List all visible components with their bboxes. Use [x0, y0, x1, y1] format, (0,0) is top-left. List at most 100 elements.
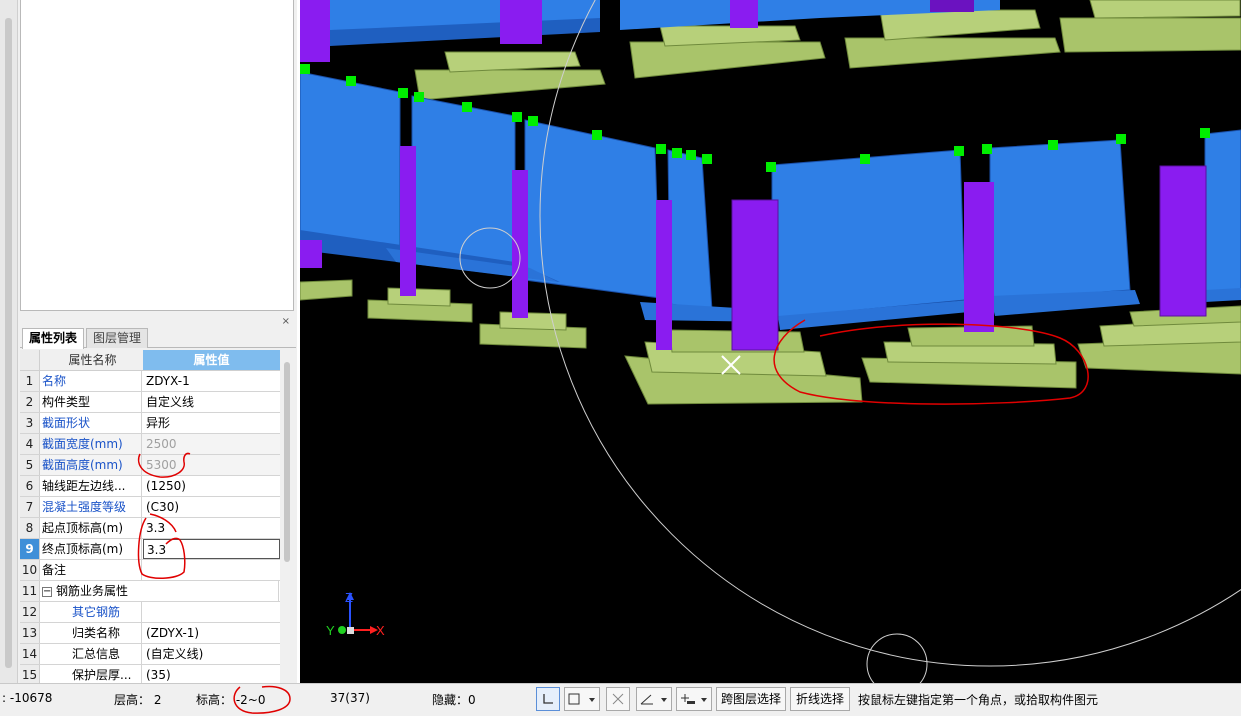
column — [730, 0, 758, 28]
column — [930, 0, 974, 12]
left-scroll-strip — [0, 0, 18, 683]
tab-property-list[interactable]: 属性列表 — [22, 328, 85, 349]
column — [300, 240, 322, 268]
table-row[interactable]: 4 截面宽度(mm) 2500 — [20, 434, 280, 455]
ortho-icon — [543, 694, 553, 704]
table-row[interactable]: 10 备注 — [20, 560, 280, 581]
component-tree-area[interactable] — [20, 0, 294, 311]
grip-handle[interactable] — [346, 76, 356, 86]
floor-height: 层高： 2 — [114, 693, 162, 707]
cross-select-button[interactable] — [606, 687, 630, 711]
table-row[interactable]: 5 截面高度(mm) 5300 — [20, 455, 280, 476]
grip-handle[interactable] — [702, 154, 712, 164]
x-axis-label: X — [376, 623, 385, 638]
axis-indicator: Z Y X — [326, 590, 385, 638]
collapse-icon[interactable]: − — [42, 586, 52, 597]
y-axis-dot-icon — [338, 626, 346, 634]
ortho-toggle-button[interactable] — [536, 687, 560, 711]
property-value[interactable]: (35) — [143, 665, 280, 685]
grip-handle[interactable] — [672, 148, 682, 158]
property-name: 终点顶标高(m) — [42, 539, 142, 559]
grip-handle[interactable] — [414, 92, 424, 102]
grip-handle[interactable] — [592, 130, 602, 140]
table-row[interactable]: 6 轴线距左边线... (1250) — [20, 476, 280, 497]
property-value[interactable]: 自定义线 — [143, 392, 280, 412]
table-row[interactable]: 12 其它钢筋 — [20, 602, 280, 623]
column — [400, 146, 416, 296]
property-scrollbar[interactable] — [282, 354, 292, 679]
property-name: 轴线距左边线... — [42, 476, 142, 496]
grip-handle[interactable] — [528, 116, 538, 126]
property-value[interactable]: ZDYX-1 — [143, 371, 280, 391]
table-row[interactable]: 7 混凝土强度等级 (C30) — [20, 497, 280, 518]
row-number: 4 — [20, 434, 40, 454]
property-value[interactable]: (1250) — [143, 476, 280, 496]
column — [656, 200, 672, 350]
property-name: 名称 — [42, 371, 142, 391]
header-value: 属性值 — [143, 350, 280, 370]
row-number: 1 — [20, 371, 40, 391]
snap-circle — [866, 633, 928, 683]
property-value[interactable]: 3.3 — [143, 518, 280, 538]
left-scrollbar[interactable] — [5, 18, 12, 668]
property-group[interactable]: − 钢筋业务属性 — [42, 581, 279, 601]
3d-viewport[interactable]: Z Y X — [300, 0, 1241, 683]
row-number: 5 — [20, 455, 40, 475]
grip-handle[interactable] — [1200, 128, 1210, 138]
grip-handle[interactable] — [398, 88, 408, 98]
grip-handle[interactable] — [766, 162, 776, 172]
coordinate-value: -10678 — [9, 691, 53, 705]
grip-handle[interactable] — [656, 144, 666, 154]
snap-mode-dropdown[interactable] — [564, 687, 600, 711]
property-name: 截面高度(mm) — [42, 455, 142, 475]
property-value[interactable]: 异形 — [143, 413, 280, 433]
property-panel: × 属性列表 图层管理 属性名称 属性值 1 名称 ZDYX-1 2 构件类型 … — [20, 314, 296, 686]
table-row[interactable]: 13 归类名称 (ZDYX-1) — [20, 623, 280, 644]
property-name: 起点顶标高(m) — [42, 518, 142, 538]
header-name: 属性名称 — [68, 353, 117, 367]
property-value[interactable] — [143, 602, 280, 622]
property-value[interactable]: 5300 — [143, 455, 280, 475]
grip-handle[interactable] — [300, 64, 310, 74]
row-number: 14 — [20, 644, 40, 664]
table-row[interactable]: 2 构件类型 自定义线 — [20, 392, 280, 413]
3d-scene[interactable]: Z Y X — [300, 0, 1241, 683]
grip-handle[interactable] — [954, 146, 964, 156]
angle-dropdown[interactable] — [636, 687, 672, 711]
column — [964, 182, 994, 332]
property-value[interactable]: (自定义线) — [143, 644, 280, 664]
column — [500, 0, 542, 44]
table-row[interactable]: 3 截面形状 异形 — [20, 413, 280, 434]
offset-icon — [681, 694, 707, 704]
grip-handle[interactable] — [1116, 134, 1126, 144]
grip-handle[interactable] — [982, 144, 992, 154]
polyline-select-button[interactable]: 折线选择 — [790, 687, 850, 711]
scrollbar-thumb[interactable] — [284, 362, 290, 562]
offset-dropdown[interactable] — [676, 687, 712, 711]
grip-handle[interactable] — [686, 150, 696, 160]
table-row[interactable]: 1 名称 ZDYX-1 — [20, 371, 280, 392]
grip-handle[interactable] — [860, 154, 870, 164]
property-value[interactable] — [143, 560, 280, 580]
property-value[interactable]: 2500 — [143, 434, 280, 454]
property-table-header: 属性名称 属性值 — [20, 350, 280, 371]
grip-handle[interactable] — [1048, 140, 1058, 150]
property-name: 截面宽度(mm) — [42, 434, 142, 454]
close-icon[interactable]: × — [282, 316, 290, 327]
snap-box-icon — [568, 693, 595, 705]
table-row-selected[interactable]: 9 终点顶标高(m) 3.3 — [20, 539, 280, 560]
row-number: 7 — [20, 497, 40, 517]
property-value-editor[interactable]: 3.3 — [143, 539, 280, 559]
table-row[interactable]: 11 − 钢筋业务属性 — [20, 581, 280, 602]
grip-handle[interactable] — [512, 112, 522, 122]
table-row[interactable]: 8 起点顶标高(m) 3.3 — [20, 518, 280, 539]
row-number: 12 — [20, 602, 40, 622]
table-row[interactable]: 14 汇总信息 (自定义线) — [20, 644, 280, 665]
tab-layer-management[interactable]: 图层管理 — [86, 328, 149, 348]
angle-icon — [640, 694, 667, 705]
property-name: 构件类型 — [42, 392, 142, 412]
property-value[interactable]: (ZDYX-1) — [143, 623, 280, 643]
grip-handle[interactable] — [462, 102, 472, 112]
cross-layer-select-button[interactable]: 跨图层选择 — [716, 687, 786, 711]
property-value[interactable]: (C30) — [143, 497, 280, 517]
